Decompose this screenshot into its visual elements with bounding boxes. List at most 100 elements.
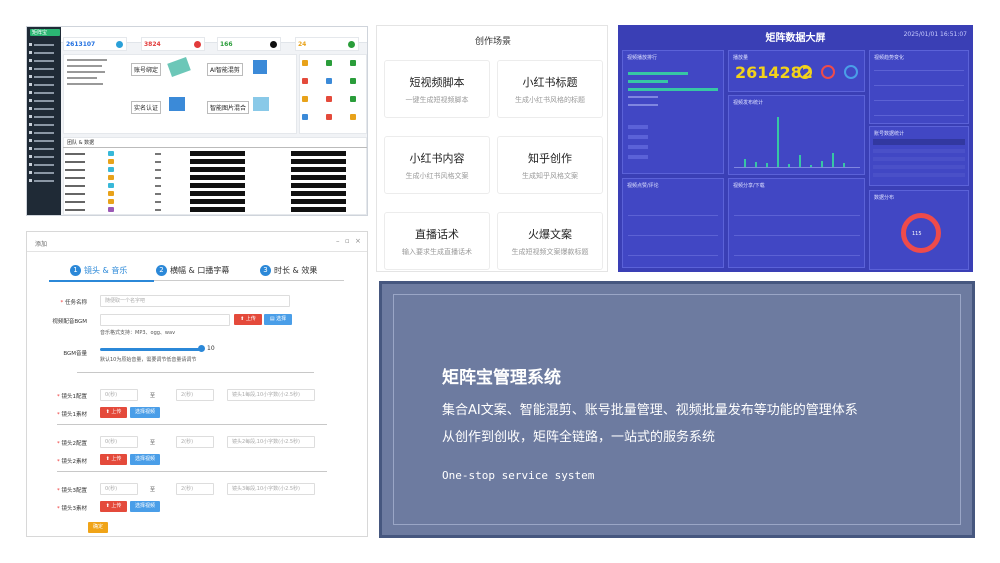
redacted-cell [190, 167, 245, 172]
card-image-mix[interactable]: 智能图片混合 [207, 101, 250, 114]
task-name-input[interactable]: 随便取一个名字吧 [100, 295, 290, 307]
card-icon [253, 97, 269, 111]
shot-choose-video-button[interactable]: 选择视频 [130, 407, 160, 418]
shot-to-input[interactable]: 2(秒) [176, 483, 214, 495]
sidebar-item-icon [29, 67, 32, 70]
sidebar-item[interactable] [34, 52, 54, 54]
close-icon[interactable]: × [355, 237, 361, 245]
bgm-input[interactable] [100, 314, 230, 326]
sidebar-item[interactable] [34, 60, 54, 62]
sidebar-item[interactable] [34, 140, 54, 142]
platform-icon [108, 159, 114, 164]
shot-choose-video-button[interactable]: 选择视频 [130, 454, 160, 465]
scene-card[interactable]: 小红书内容 生成小红书风格文案 [384, 136, 490, 194]
minimize-icon[interactable]: – [336, 237, 340, 245]
redacted-cell [291, 183, 346, 188]
card-ai-mix[interactable]: AI智能混剪 [207, 63, 243, 76]
step-3-label[interactable]: 时长 & 效果 [274, 265, 317, 276]
sidebar-item[interactable] [34, 108, 54, 110]
shot-duration-input[interactable]: 镜头1每段,10小字数(小2.5秒) [227, 389, 315, 401]
platform-icon [108, 183, 114, 188]
ring-icon [821, 65, 835, 79]
shot-from-input[interactable]: 0(秒) [100, 436, 138, 448]
app-icon[interactable] [326, 114, 332, 120]
redacted-cell [190, 159, 245, 164]
shot-to-input[interactable]: 2(秒) [176, 436, 214, 448]
stat-card: 166 [217, 37, 281, 51]
card-icon [253, 60, 267, 74]
sidebar-item[interactable] [34, 84, 54, 86]
bgm-upload-button[interactable]: ⬆ 上传 [234, 314, 262, 325]
maximize-icon[interactable]: ▫ [345, 237, 350, 245]
sidebar-item[interactable] [34, 44, 54, 46]
system-english-tagline: One-stop service system [442, 469, 595, 482]
sidebar-item[interactable] [34, 148, 54, 150]
submit-button[interactable]: 确定 [88, 522, 108, 533]
scene-card[interactable]: 短视频脚本 一键生成短视频脚本 [384, 60, 490, 118]
sidebar-item[interactable] [34, 164, 54, 166]
redacted-cell [291, 167, 346, 172]
card-real-name[interactable]: 实名认证 [131, 101, 162, 114]
table-cell [65, 177, 85, 179]
volume-slider-handle[interactable] [198, 345, 205, 352]
step-2-label[interactable]: 横幅 & 口播字幕 [170, 265, 229, 276]
app-icon[interactable] [326, 78, 332, 84]
app-icon[interactable] [302, 78, 308, 84]
app-icon[interactable] [350, 96, 356, 102]
sidebar-item[interactable] [34, 156, 54, 158]
sidebar-item[interactable] [34, 100, 54, 102]
app-icon[interactable] [302, 60, 308, 66]
stat-card: 24 [295, 37, 359, 51]
app-icon[interactable] [302, 114, 308, 120]
sidebar-item[interactable] [34, 76, 54, 78]
sidebar-item[interactable] [34, 132, 54, 134]
step-1-number[interactable]: 1 [70, 265, 81, 276]
scene-card[interactable]: 火爆文案 生成短视频文案爆款标题 [497, 212, 603, 270]
bgm-choose-button[interactable]: ▤ 选择 [264, 314, 292, 325]
sidebar-item-icon [29, 107, 32, 110]
bar-mark [777, 117, 779, 167]
app-icon[interactable] [302, 96, 308, 102]
shot-from-input[interactable]: 0(秒) [100, 389, 138, 401]
sidebar-item[interactable] [34, 92, 54, 94]
shot-duration-input[interactable]: 镜头3每段,10小字数(小2.5秒) [227, 483, 315, 495]
scene-card[interactable]: 小红书标题 生成小红书风格的标题 [497, 60, 603, 118]
table-cell [155, 185, 161, 187]
app-icon[interactable] [326, 60, 332, 66]
panel-account-stats: 账号数据统计 [869, 126, 969, 186]
shot-upload-button[interactable]: ⬆ 上传 [100, 407, 127, 418]
redacted-cell [291, 159, 346, 164]
app-icon[interactable] [350, 60, 356, 66]
app-icon[interactable] [326, 96, 332, 102]
step-1-label[interactable]: 镜头 & 音乐 [84, 265, 127, 276]
table-cell [155, 169, 161, 171]
shot-from-input[interactable]: 0(秒) [100, 483, 138, 495]
step-2-number[interactable]: 2 [156, 265, 167, 276]
table-cell [155, 161, 161, 163]
shot-upload-button[interactable]: ⬆ 上传 [100, 501, 127, 512]
table-cell [155, 177, 161, 179]
sidebar-item[interactable] [34, 180, 54, 182]
table-cell [155, 193, 161, 195]
system-desc-line2: 从创作到创收，矩阵全链路，一站式的服务系统 [442, 430, 716, 445]
redacted-cell [190, 191, 245, 196]
shot-duration-input[interactable]: 镜头2每段,10小字数(小2.5秒) [227, 436, 315, 448]
card-account-binding[interactable]: 账号绑定 [131, 63, 162, 76]
scene-card[interactable]: 直播话术 输入要求生成直播话术 [384, 212, 490, 270]
add-task-dialog: 添加 – ▫ × 1 镜头 & 音乐 2 横幅 & 口播字幕 3 时长 & 效果… [26, 231, 368, 537]
volume-slider-track[interactable] [100, 348, 200, 351]
sidebar-item[interactable] [34, 172, 54, 174]
shot-choose-video-button[interactable]: 选择视频 [130, 501, 160, 512]
data-big-screen: 矩阵数据大屏 2025/01/01 16:51:07 视频播放排行 播放量 26… [618, 25, 973, 272]
bar-mark [744, 159, 746, 167]
step-3-number[interactable]: 3 [260, 265, 271, 276]
shot-to-input[interactable]: 2(秒) [176, 389, 214, 401]
shot-upload-button[interactable]: ⬆ 上传 [100, 454, 127, 465]
app-icon[interactable] [350, 114, 356, 120]
platform-icon [108, 191, 114, 196]
sidebar-item[interactable] [34, 68, 54, 70]
app-icon[interactable] [350, 78, 356, 84]
sidebar-item[interactable] [34, 116, 54, 118]
scene-card[interactable]: 知乎创作 生成知乎风格文案 [497, 136, 603, 194]
sidebar-item[interactable] [34, 124, 54, 126]
